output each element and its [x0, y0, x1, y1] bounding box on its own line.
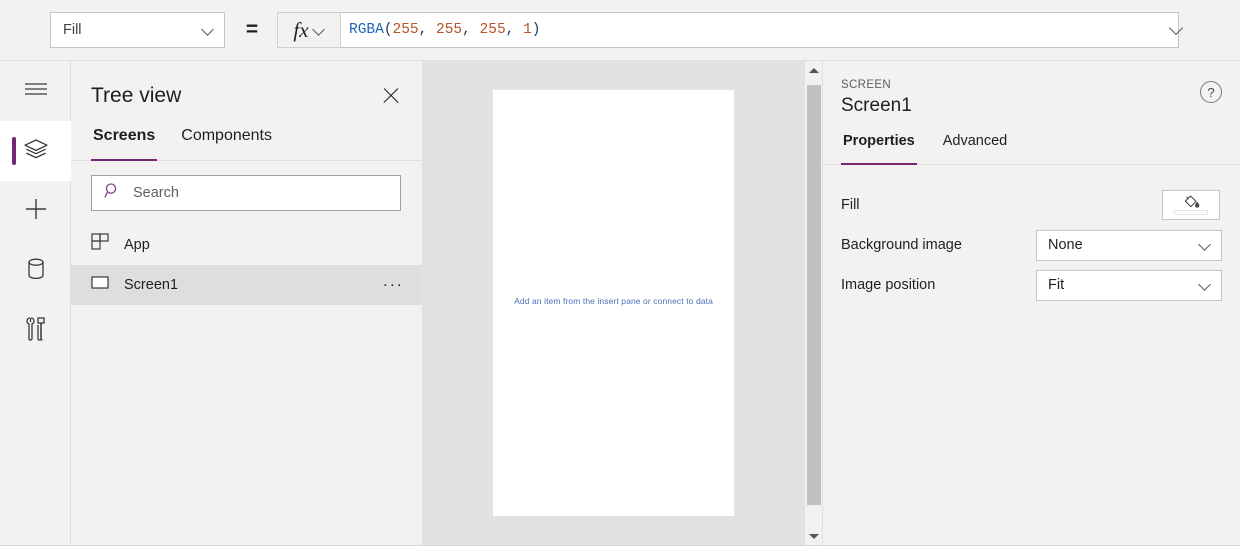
- property-select[interactable]: Fill: [50, 12, 225, 48]
- properties-pane-kicker: SCREEN: [841, 79, 892, 91]
- tab-components[interactable]: Components: [179, 127, 274, 160]
- tree-view-panel: Tree view Screens Components Search App …: [71, 61, 423, 545]
- fx-label: fx: [293, 17, 309, 42]
- property-label: Background image: [841, 237, 962, 253]
- property-select-value: Fill: [63, 22, 82, 38]
- screen-preview[interactable]: Add an item from the insert pane or conn…: [493, 90, 734, 516]
- app-grid-icon: [91, 233, 110, 257]
- tree-view-tabs: Screens Components: [71, 127, 422, 161]
- rail-item-tree-view[interactable]: [0, 121, 71, 181]
- tree-view-title: Tree view: [91, 84, 182, 107]
- tree-view-search-wrap: Search: [71, 161, 422, 211]
- property-label: Fill: [841, 197, 860, 213]
- property-row-background-image: Background image None: [841, 225, 1222, 265]
- dropdown-value: None: [1048, 237, 1083, 253]
- chevron-down-icon: [1199, 239, 1211, 251]
- tree-view-header: Tree view: [71, 61, 422, 113]
- tab-screens[interactable]: Screens: [91, 127, 158, 161]
- search-placeholder: Search: [133, 185, 179, 201]
- search-input[interactable]: Search: [91, 175, 401, 211]
- image-position-dropdown[interactable]: Fit: [1036, 269, 1222, 301]
- hamburger-menu-icon: [24, 81, 48, 102]
- fill-color-swatch: [1174, 210, 1208, 215]
- fx-button[interactable]: fx: [277, 12, 341, 48]
- tree-item-label: Screen1: [124, 277, 179, 293]
- tree-item-screen1[interactable]: Screen1 ...: [71, 265, 422, 305]
- formula-input[interactable]: RGBA(255, 255, 255, 1): [341, 12, 1179, 48]
- scroll-up-arrow-icon[interactable]: [805, 61, 823, 79]
- scroll-down-arrow-icon[interactable]: [805, 527, 823, 545]
- power-apps-studio: Fill = fx RGBA(255, 255, 255, 1) Tree vi…: [0, 0, 1240, 560]
- formula-expand-chevron-down-icon[interactable]: [1170, 22, 1184, 36]
- property-row-image-position: Image position Fit: [841, 265, 1222, 305]
- tools-icon: [25, 316, 47, 347]
- chevron-down-icon: [202, 24, 214, 36]
- search-icon: [104, 182, 121, 204]
- canvas-hint-text: Add an item from the insert pane or conn…: [514, 296, 713, 306]
- close-icon[interactable]: [380, 85, 402, 107]
- tab-advanced[interactable]: Advanced: [941, 133, 1010, 164]
- plus-icon: [24, 197, 48, 226]
- help-icon[interactable]: ?: [1200, 81, 1222, 103]
- chevron-down-icon: [1199, 279, 1211, 291]
- properties-pane: SCREEN Screen1 ? Properties Advanced Fil…: [823, 61, 1240, 545]
- formula-bar: Fill = fx RGBA(255, 255, 255, 1): [0, 0, 1240, 61]
- app-canvas[interactable]: Add an item from the insert pane or conn…: [423, 61, 805, 545]
- rail-selection-indicator: [12, 137, 16, 165]
- background-image-dropdown[interactable]: None: [1036, 229, 1222, 261]
- properties-pane-header: SCREEN Screen1 ?: [823, 61, 1240, 117]
- bottom-strip: [0, 545, 1240, 560]
- rail-item-menu[interactable]: [0, 61, 71, 121]
- fill-color-button[interactable]: [1162, 190, 1220, 220]
- property-row-fill: Fill: [841, 185, 1220, 225]
- rail-item-media-tools[interactable]: [0, 301, 71, 361]
- properties-rows: Fill Background image None Image positio…: [823, 165, 1240, 305]
- tree-item-label: App: [124, 237, 150, 253]
- database-icon: [26, 257, 46, 286]
- properties-pane-tabs: Properties Advanced: [823, 133, 1240, 165]
- layers-icon: [23, 137, 49, 166]
- formula-text: RGBA(255, 255, 255, 1): [349, 22, 541, 38]
- tree-view-list: App Screen1 ...: [71, 225, 422, 305]
- tab-properties[interactable]: Properties: [841, 133, 917, 165]
- properties-pane-title: Screen1: [841, 95, 912, 116]
- chevron-down-icon: [313, 24, 325, 36]
- rail-item-insert[interactable]: [0, 181, 71, 241]
- equals-sign: =: [245, 18, 259, 41]
- dropdown-value: Fit: [1048, 277, 1065, 293]
- tree-item-app[interactable]: App: [71, 225, 422, 265]
- canvas-vertical-scrollbar[interactable]: [805, 61, 823, 545]
- property-label: Image position: [841, 277, 936, 293]
- screen-rect-icon: [91, 273, 110, 297]
- left-rail: [0, 61, 71, 545]
- tree-item-overflow-menu[interactable]: ...: [383, 274, 404, 293]
- rail-item-data[interactable]: [0, 241, 71, 301]
- scrollbar-thumb[interactable]: [807, 85, 821, 505]
